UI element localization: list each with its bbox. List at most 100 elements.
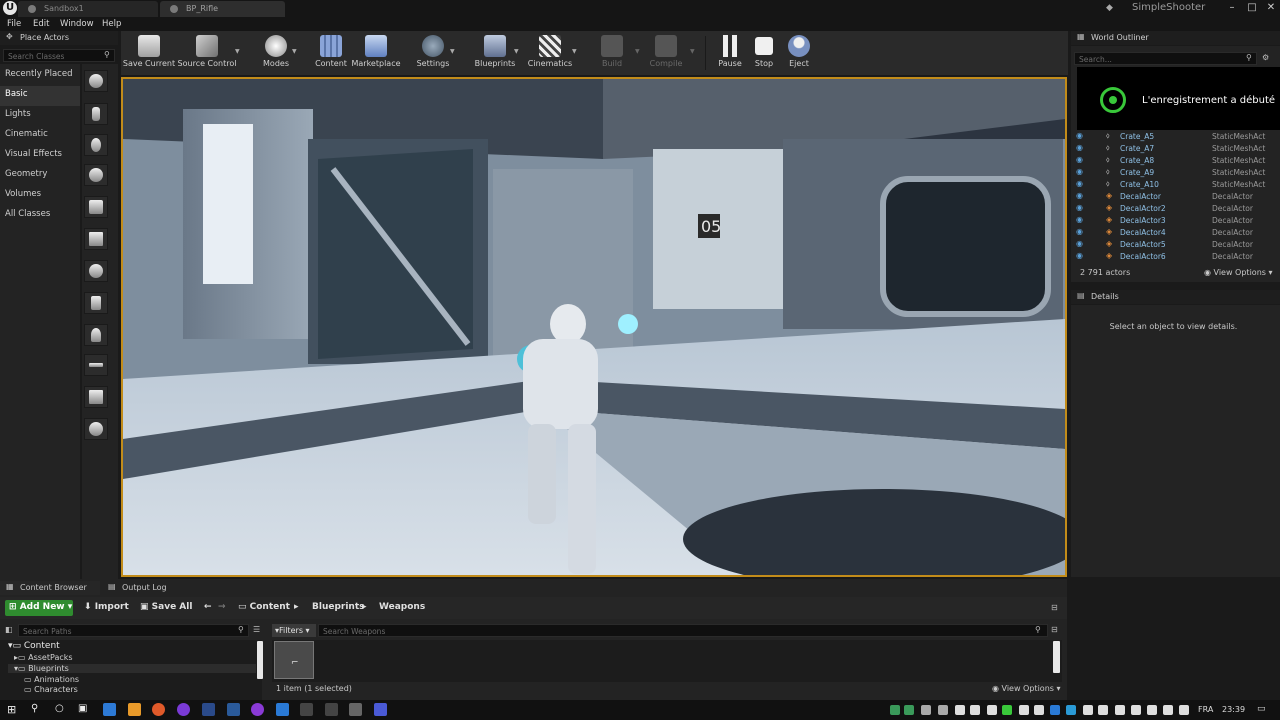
breadcrumb-weapons[interactable]: Weapons xyxy=(379,602,425,612)
app-icon[interactable] xyxy=(374,703,387,716)
outliner-row[interactable]: ◉ ⬨ Crate_A7 StaticMeshAct xyxy=(1074,143,1270,155)
save-current-button[interactable]: Save Current xyxy=(121,33,177,68)
tab-output-log[interactable]: ▤ Output Log xyxy=(102,581,182,595)
eye-icon[interactable]: ◉ xyxy=(1076,227,1083,236)
tree-scrollbar[interactable] xyxy=(257,641,263,679)
tab-bp-rifle[interactable]: BP_Rifle xyxy=(160,1,285,17)
outliner-row[interactable]: ◉ ⬨ Crate_A5 StaticMeshAct xyxy=(1074,131,1270,143)
compile-dropdown[interactable]: ▼ xyxy=(690,48,695,55)
tray-icon[interactable] xyxy=(921,705,931,715)
add-new-button[interactable]: ⊞ Add New ▾ xyxy=(5,600,73,616)
outliner-row[interactable]: ◉ ◈ DecalActor2 DecalActor xyxy=(1074,203,1270,215)
asset-tile-bp-rifle[interactable]: ⌐ xyxy=(274,641,314,679)
firefox-icon[interactable] xyxy=(152,703,165,716)
outliner-row[interactable]: ◉ ◈ DecalActor4 DecalActor xyxy=(1074,227,1270,239)
eye-icon[interactable]: ◉ xyxy=(1076,215,1083,224)
tab-content-browser[interactable]: ▦ Content Browser xyxy=(0,581,100,595)
blueprints-dropdown[interactable]: ▼ xyxy=(514,48,519,55)
terminal-icon[interactable] xyxy=(325,703,338,716)
details-tab[interactable]: ▤ Details xyxy=(1071,290,1280,304)
steam-icon[interactable] xyxy=(227,703,240,716)
search-weapons-input[interactable]: Search Weapons xyxy=(318,624,1048,637)
asset-settings-icon[interactable]: ⊟ xyxy=(1051,625,1058,634)
tab-sandbox1[interactable]: Sandbox1 xyxy=(18,1,158,17)
marketplace-button[interactable]: Marketplace xyxy=(348,33,404,68)
tray-icon[interactable] xyxy=(1131,705,1141,715)
eye-icon[interactable]: ◉ xyxy=(1076,131,1083,140)
category-visual-effects[interactable]: Visual Effects xyxy=(0,146,80,166)
breadcrumb-content[interactable]: Content xyxy=(250,602,290,612)
eye-icon[interactable]: ◉ xyxy=(1076,167,1083,176)
tray-icon[interactable] xyxy=(904,705,914,715)
content-view-options[interactable]: ◉ View Options ▾ xyxy=(992,684,1061,693)
actor-thumbnail[interactable] xyxy=(84,292,108,314)
network-icon[interactable] xyxy=(1115,705,1125,715)
outliner-search-input[interactable]: Search... xyxy=(1074,52,1257,65)
cinematics-button[interactable]: Cinematics xyxy=(522,33,578,68)
category-recently-placed[interactable]: Recently Placed xyxy=(0,66,80,86)
menu-file[interactable]: File xyxy=(7,19,21,29)
breadcrumb-blueprints[interactable]: Blueprints xyxy=(312,602,365,612)
eye-icon[interactable]: ◉ xyxy=(1076,251,1083,260)
sources-toggle-icon[interactable]: ◧ xyxy=(5,625,13,634)
app-icon[interactable] xyxy=(202,703,215,716)
vlc-icon[interactable] xyxy=(128,703,141,716)
eye-icon[interactable]: ◉ xyxy=(1076,203,1083,212)
tray-icon[interactable] xyxy=(955,705,965,715)
outliner-row[interactable]: ◉ ◈ DecalActor6 DecalActor xyxy=(1074,251,1270,263)
notifications-icon[interactable]: ▭ xyxy=(1257,704,1266,714)
close-button[interactable]: ✕ xyxy=(1263,0,1279,16)
outliner-row[interactable]: ◉ ◈ DecalActor DecalActor xyxy=(1074,191,1270,203)
breadcrumb-separator[interactable]: ▸ xyxy=(294,602,299,612)
save-all-button[interactable]: ▣ Save All xyxy=(140,602,192,612)
category-lights[interactable]: Lights xyxy=(0,106,80,126)
volume-icon[interactable] xyxy=(1163,705,1173,715)
tray-icon[interactable] xyxy=(987,705,997,715)
outliner-row[interactable]: ◉ ◈ DecalActor3 DecalActor xyxy=(1074,215,1270,227)
lock-icon[interactable]: ⊟ xyxy=(1051,603,1058,612)
outliner-row[interactable]: ◉ ⬨ Crate_A10 StaticMeshAct xyxy=(1074,179,1270,191)
outliner-row[interactable]: ◉ ⬨ Crate_A9 StaticMeshAct xyxy=(1074,167,1270,179)
tray-icon[interactable] xyxy=(1066,705,1076,715)
level-viewport[interactable]: 05 xyxy=(121,77,1067,577)
tree-item-animations[interactable]: ▭ Animations xyxy=(24,675,79,684)
menu-help[interactable]: Help xyxy=(102,19,121,29)
eye-icon[interactable]: ◉ xyxy=(1076,179,1083,188)
windows-start-icon[interactable]: ⊞ xyxy=(7,703,16,716)
breadcrumb-separator[interactable]: ▸ xyxy=(362,602,367,612)
category-all-classes[interactable]: All Classes xyxy=(0,206,80,226)
menu-window[interactable]: Window xyxy=(60,19,94,29)
actor-thumbnail[interactable] xyxy=(84,103,108,125)
tray-icon[interactable] xyxy=(1083,705,1093,715)
forward-button[interactable]: → xyxy=(218,602,226,612)
compile-button[interactable]: Compile xyxy=(638,33,694,68)
mail-icon[interactable] xyxy=(103,703,116,716)
outliner-row[interactable]: ◉ ⬨ Crate_A8 StaticMeshAct xyxy=(1074,155,1270,167)
search-classes-input[interactable]: Search Classes xyxy=(3,49,115,62)
settings-dropdown[interactable]: ▼ xyxy=(450,48,455,55)
actor-thumbnail[interactable] xyxy=(84,164,108,186)
actor-thumbnail[interactable] xyxy=(84,324,108,346)
cortana-icon[interactable]: ○ xyxy=(55,703,64,714)
build-button[interactable]: Build xyxy=(584,33,640,68)
tray-icon[interactable] xyxy=(1034,705,1044,715)
tray-icon[interactable] xyxy=(1019,705,1029,715)
category-basic[interactable]: Basic xyxy=(0,86,80,106)
obs-icon[interactable] xyxy=(177,703,190,716)
eye-icon[interactable]: ◉ xyxy=(1076,143,1083,152)
outliner-view-options[interactable]: ◉ View Options ▾ xyxy=(1204,268,1273,277)
search-paths-input[interactable]: Search Paths xyxy=(18,624,249,637)
source-control-status-icon[interactable]: ◆ xyxy=(1106,3,1113,13)
tray-icon[interactable] xyxy=(890,705,900,715)
outliner-settings-icon[interactable]: ⚙ xyxy=(1262,53,1269,62)
battery-icon[interactable] xyxy=(1179,705,1189,715)
task-view-icon[interactable]: ▣ xyxy=(78,703,87,714)
category-cinematic[interactable]: Cinematic xyxy=(0,126,80,146)
category-volumes[interactable]: Volumes xyxy=(0,186,80,206)
maximize-button[interactable]: □ xyxy=(1244,0,1260,16)
actor-thumbnail[interactable] xyxy=(84,418,108,440)
asset-scrollbar[interactable] xyxy=(1053,641,1060,673)
actor-thumbnail[interactable] xyxy=(84,354,108,376)
eye-icon[interactable]: ◉ xyxy=(1076,191,1083,200)
actor-thumbnail[interactable] xyxy=(84,260,108,282)
